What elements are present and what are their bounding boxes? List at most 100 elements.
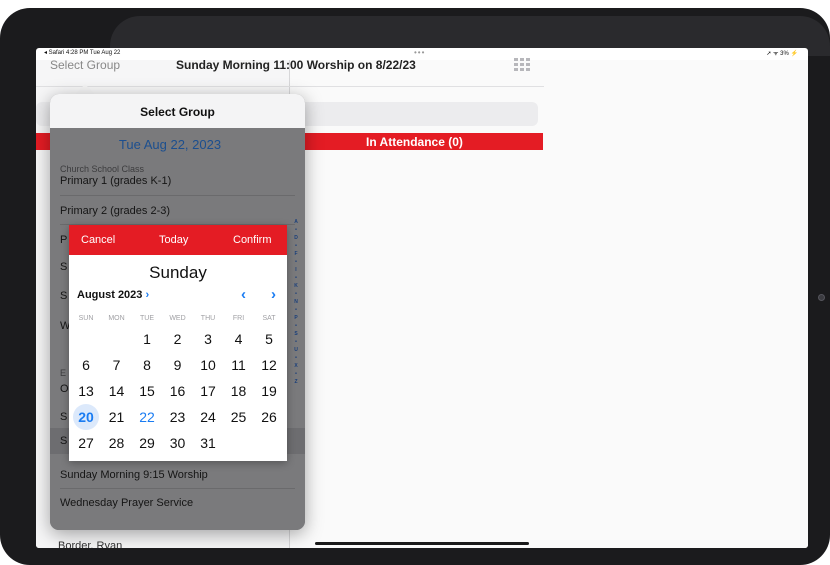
calendar-day[interactable]: 23 — [163, 406, 193, 428]
calendar-day[interactable]: 7 — [102, 354, 132, 376]
popover-title: Select Group — [140, 105, 215, 119]
weekday-label: WED — [169, 315, 186, 322]
group-item[interactable]: Sunday Morning 9:15 Worship — [60, 469, 208, 481]
index-letter[interactable]: N — [290, 298, 302, 306]
status-left[interactable]: ◂ Safari 4:28 PM Tue Aug 22 — [44, 49, 120, 56]
index-letter[interactable]: • — [290, 338, 302, 346]
weekday-label: SAT — [262, 315, 276, 322]
index-letter[interactable]: A — [290, 218, 302, 226]
index-letter[interactable]: • — [290, 370, 302, 378]
group-item[interactable]: S — [60, 290, 67, 302]
divider — [60, 195, 295, 196]
calendar-day[interactable]: 28 — [102, 432, 132, 454]
index-letter[interactable]: • — [290, 290, 302, 298]
group-item[interactable]: Wednesday Prayer Service — [60, 497, 193, 509]
next-month-button[interactable]: › — [271, 286, 276, 303]
calendar-day[interactable]: 22 — [132, 406, 162, 428]
date-picker: Cancel Today Confirm Sunday August 2023 … — [69, 225, 287, 461]
list-item[interactable]: Border, Ryan — [58, 540, 122, 548]
status-bar: ◂ Safari 4:28 PM Tue Aug 22 ••• ➚ ᯤ 3% ⚡ — [36, 48, 808, 60]
grid-icon[interactable] — [514, 58, 530, 72]
index-letter[interactable]: F — [290, 250, 302, 258]
date-selector[interactable]: Tue Aug 22, 2023 — [50, 137, 290, 152]
index-letter[interactable]: K — [290, 282, 302, 290]
weekday-label: TUE — [140, 315, 154, 322]
index-letter[interactable]: Z — [290, 378, 302, 386]
index-letter[interactable]: S — [290, 330, 302, 338]
divider — [36, 86, 544, 87]
cancel-button[interactable]: Cancel — [81, 234, 115, 246]
calendar-day[interactable]: 31 — [193, 432, 223, 454]
index-letter[interactable]: P — [290, 314, 302, 322]
calendar-day[interactable]: 25 — [224, 406, 254, 428]
weekday-label: THU — [200, 315, 216, 322]
index-letter[interactable]: • — [290, 322, 302, 330]
calendar-day[interactable]: 11 — [224, 354, 254, 376]
calendar-day[interactable]: 17 — [193, 380, 223, 402]
index-letter[interactable]: • — [290, 258, 302, 266]
index-letter[interactable]: X — [290, 362, 302, 370]
index-letter[interactable]: D — [290, 234, 302, 242]
calendar-day[interactable]: 12 — [254, 354, 284, 376]
index-letter[interactable]: • — [290, 354, 302, 362]
popover-header: Select Group — [50, 94, 305, 128]
attendance-header: In Attendance (0) — [366, 135, 463, 149]
date-picker-toolbar: Cancel Today Confirm — [69, 225, 287, 255]
calendar-day[interactable]: 1 — [132, 328, 162, 350]
calendar-day[interactable]: 14 — [102, 380, 132, 402]
confirm-button[interactable]: Confirm — [233, 234, 272, 246]
status-right: ➚ ᯤ 3% ⚡ — [766, 51, 798, 57]
section-index[interactable]: A • D • F • I • K • N • P • S • U • X • … — [290, 218, 302, 386]
home-indicator[interactable] — [315, 542, 529, 545]
section-header-events: E — [60, 368, 67, 378]
weekday-label: SUN — [78, 315, 94, 322]
calendar-day[interactable]: 5 — [254, 328, 284, 350]
group-item[interactable]: Primary 2 (grades 2-3) — [60, 205, 170, 217]
calendar-day[interactable]: 9 — [163, 354, 193, 376]
index-letter[interactable]: • — [290, 306, 302, 314]
group-item[interactable]: O — [60, 383, 69, 395]
ipad-frame: ◂ Safari 4:28 PM Tue Aug 22 ••• ➚ ᯤ 3% ⚡… — [0, 8, 830, 565]
calendar-day[interactable]: 30 — [163, 432, 193, 454]
calendar-day[interactable]: 4 — [224, 328, 254, 350]
select-group-button[interactable]: Select Group — [50, 58, 120, 72]
today-button[interactable]: Today — [159, 234, 188, 246]
group-item[interactable]: P — [60, 234, 67, 246]
group-item[interactable]: S — [60, 411, 67, 423]
calendar-day[interactable]: 3 — [193, 328, 223, 350]
index-letter[interactable]: I — [290, 266, 302, 274]
calendar-day[interactable]: 26 — [254, 406, 284, 428]
group-item[interactable]: S — [60, 261, 67, 273]
calendar-day[interactable]: 21 — [102, 406, 132, 428]
page-title: Sunday Morning 11:00 Worship on 8/22/23 — [176, 58, 416, 72]
calendar-day[interactable]: 15 — [132, 380, 162, 402]
group-item[interactable]: Primary 1 (grades K-1) — [60, 175, 171, 187]
calendar-day[interactable]: 29 — [132, 432, 162, 454]
selected-weekday: Sunday — [149, 263, 207, 282]
index-letter[interactable]: • — [290, 242, 302, 250]
calendar-day[interactable]: 6 — [71, 354, 101, 376]
calendar-day[interactable]: 8 — [132, 354, 162, 376]
calendar-day[interactable]: 18 — [224, 380, 254, 402]
calendar-day[interactable]: 24 — [193, 406, 223, 428]
weekday-label: MON — [108, 315, 125, 322]
group-item[interactable]: S — [60, 435, 67, 447]
index-letter[interactable]: U — [290, 346, 302, 354]
calendar-day[interactable]: 2 — [163, 328, 193, 350]
previous-month-button[interactable]: ‹ — [241, 286, 246, 303]
calendar-day[interactable]: 13 — [71, 380, 101, 402]
chevron-right-icon: › — [145, 289, 150, 301]
index-letter[interactable]: • — [290, 226, 302, 234]
calendar-day[interactable]: 19 — [254, 380, 284, 402]
multitask-dots-icon[interactable]: ••• — [414, 48, 425, 57]
index-letter[interactable]: • — [290, 274, 302, 282]
screen: ◂ Safari 4:28 PM Tue Aug 22 ••• ➚ ᯤ 3% ⚡… — [36, 48, 808, 548]
divider — [60, 488, 295, 489]
calendar-day[interactable]: 16 — [163, 380, 193, 402]
weekday-label: FRI — [232, 315, 245, 322]
camera-icon — [818, 294, 825, 301]
month-selector[interactable]: August 2023 › — [77, 289, 149, 301]
calendar-day[interactable]: 20 — [71, 406, 101, 428]
calendar-day[interactable]: 10 — [193, 354, 223, 376]
calendar-day[interactable]: 27 — [71, 432, 101, 454]
